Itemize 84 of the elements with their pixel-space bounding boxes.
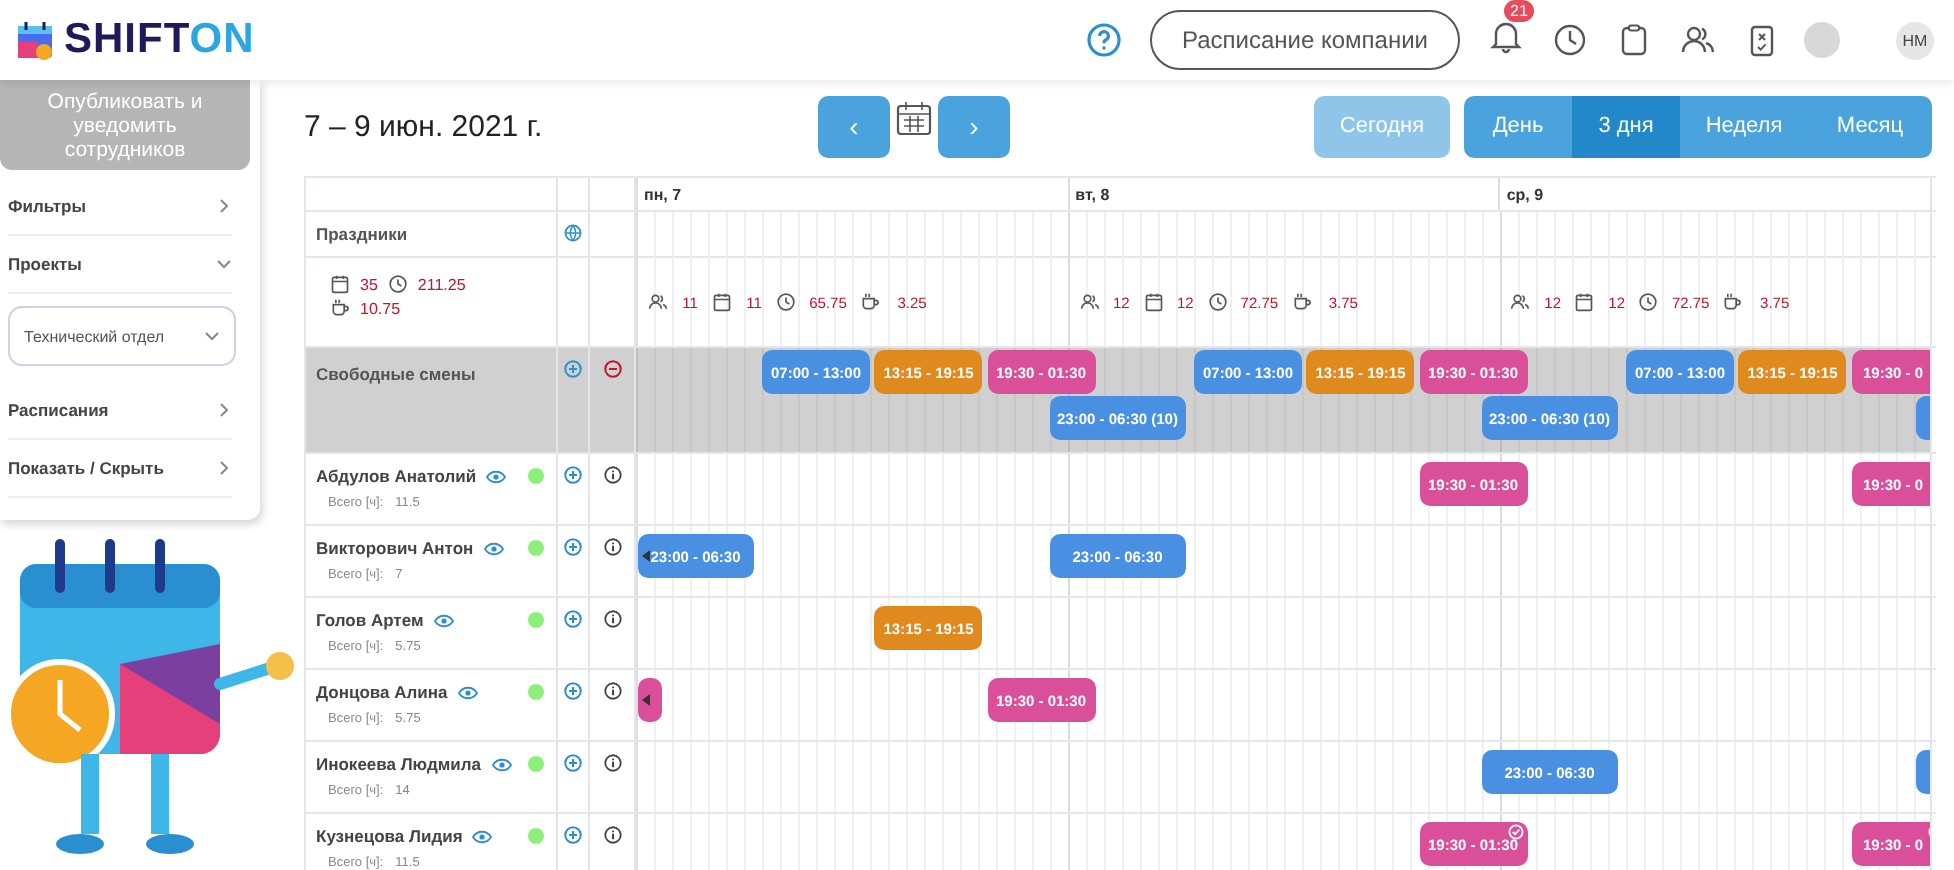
employee-name[interactable]: Голов Артем: [316, 610, 424, 630]
calendar-icon: [1574, 292, 1595, 312]
calendar-icon: [330, 274, 350, 294]
coffee-icon: [860, 292, 880, 312]
day-header: вт, 8: [1075, 186, 1110, 204]
chevron-icon: [204, 328, 220, 344]
caret-icon: [642, 550, 650, 562]
notification-badge: 21: [1504, 0, 1534, 21]
clock-icon[interactable]: [1552, 22, 1588, 58]
eye-icon[interactable]: [457, 685, 478, 699]
people-icon: [648, 292, 668, 312]
shift-block[interactable]: [638, 678, 662, 722]
caret-icon: [642, 694, 650, 706]
remove-icon[interactable]: [603, 360, 621, 378]
sidebar-item[interactable]: Проекты: [8, 236, 232, 294]
next-button[interactable]: ›: [938, 95, 1010, 157]
clipboard-icon[interactable]: [1616, 22, 1652, 58]
eye-icon[interactable]: [483, 541, 504, 555]
add-icon[interactable]: [564, 682, 582, 700]
employee-name[interactable]: Викторович Антон: [316, 538, 474, 558]
add-icon[interactable]: [564, 754, 582, 772]
employee-name[interactable]: Кузнецова Лидия: [316, 826, 463, 846]
add-icon[interactable]: [564, 466, 582, 484]
publish-button[interactable]: Опубликовать и уведомить сотрудников: [0, 80, 250, 170]
chevron-icon: [216, 198, 232, 214]
department-select[interactable]: Технический отдел: [8, 306, 236, 366]
add-icon[interactable]: [564, 360, 582, 378]
chevron-icon: [216, 460, 232, 476]
info-icon[interactable]: [603, 826, 621, 844]
view-tab[interactable]: Неделя: [1680, 95, 1808, 157]
view-tab[interactable]: День: [1464, 95, 1572, 157]
hours-total: 211.25: [417, 275, 466, 293]
globe-icon[interactable]: [564, 224, 582, 242]
people-icon: [1510, 292, 1531, 312]
employee-name[interactable]: Инокеева Людмила: [316, 754, 481, 774]
view-tab[interactable]: Месяц: [1808, 95, 1932, 157]
sidebar-item[interactable]: Расписания: [8, 382, 232, 440]
holidays-label: Праздники: [316, 224, 408, 244]
calendar-icon: [1143, 292, 1164, 312]
company-logo: [1804, 22, 1840, 58]
coffee-icon: [1722, 292, 1743, 312]
clock-icon: [1638, 292, 1659, 312]
chevron-icon: [216, 402, 232, 418]
breaks-total: 10.75: [360, 299, 401, 317]
sidebar-item[interactable]: Показать / Скрыть: [8, 440, 232, 498]
employee-name[interactable]: Абдулов Анатолий: [316, 466, 477, 486]
info-icon[interactable]: [603, 610, 621, 628]
calendar-icon: [712, 292, 732, 312]
day-header: пн, 7: [644, 186, 682, 204]
add-icon[interactable]: [564, 538, 582, 556]
bell-icon[interactable]: [1488, 17, 1524, 53]
clock-icon: [387, 274, 408, 294]
eye-icon[interactable]: [472, 829, 493, 843]
chevron-icon: [216, 256, 232, 272]
logo-icon: [16, 18, 56, 62]
clock-icon: [776, 292, 796, 312]
free-shifts-label: Свободные смены: [316, 364, 476, 384]
check-circle-icon: [1507, 824, 1523, 840]
eye-icon[interactable]: [491, 757, 511, 771]
coffee-icon: [330, 298, 350, 318]
employee-name[interactable]: Донцова Алина: [316, 682, 448, 702]
info-icon[interactable]: [603, 682, 621, 700]
sidebar-item[interactable]: Фильтры: [8, 178, 232, 236]
logo-text: SHIFTON: [64, 16, 255, 64]
eye-icon[interactable]: [433, 613, 454, 627]
user-avatar[interactable]: НМ: [1896, 21, 1934, 59]
info-icon[interactable]: [603, 466, 621, 484]
add-icon[interactable]: [564, 610, 582, 628]
info-icon[interactable]: [603, 538, 621, 556]
help-icon[interactable]: [1085, 22, 1122, 58]
days-total: 35: [360, 275, 378, 293]
previous-button[interactable]: ‹: [818, 95, 890, 157]
add-icon[interactable]: [564, 826, 582, 844]
clock-icon: [1207, 292, 1228, 312]
eye-icon[interactable]: [486, 469, 507, 483]
calendar-icon[interactable]: [894, 98, 934, 138]
company-schedule-button[interactable]: Расписание компании: [1149, 10, 1460, 70]
date-range-title: 7 – 9 июн. 2021 г.: [304, 109, 545, 143]
info-icon[interactable]: [603, 754, 621, 772]
coffee-icon: [1291, 292, 1312, 312]
day-header: ср, 9: [1506, 186, 1544, 204]
people-icon: [1079, 292, 1100, 312]
view-tab[interactable]: 3 дня: [1572, 95, 1680, 157]
people-icon[interactable]: [1680, 22, 1716, 58]
